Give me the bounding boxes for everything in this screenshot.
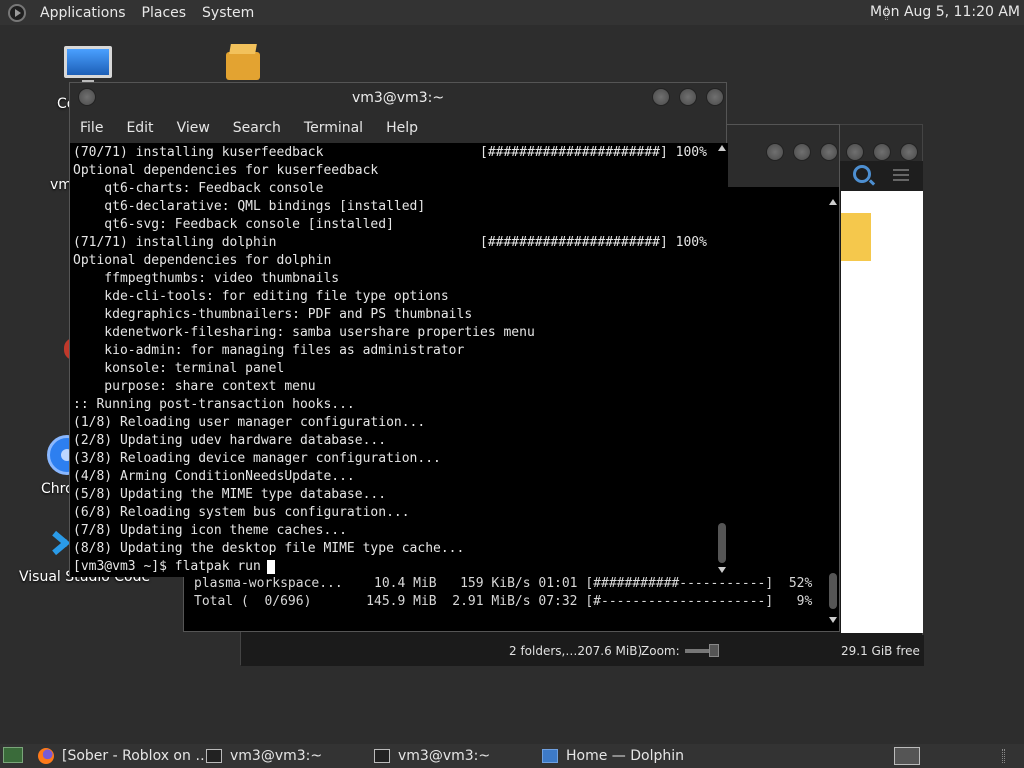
terminal-output: (70/71) installing kuserfeedback [######… [73, 144, 707, 576]
menu-places[interactable]: Places [134, 5, 195, 21]
scroll-up-icon[interactable] [718, 145, 726, 151]
terminal-line: (71/71) installing dolphin [############… [73, 235, 707, 250]
workspace-switcher[interactable] [894, 747, 920, 765]
scroll-down-icon[interactable] [829, 617, 837, 623]
file-view[interactable] [841, 191, 923, 633]
minimize-button[interactable] [766, 143, 784, 161]
terminal-line: (6/8) Reloading system bus configuration… [73, 505, 410, 520]
scroll-thumb[interactable] [829, 573, 837, 609]
close-button[interactable] [900, 143, 918, 161]
minimize-button[interactable] [652, 88, 670, 106]
search-icon[interactable] [853, 165, 871, 183]
terminal-line: qt6-svg: Feedback console [installed] [73, 217, 394, 232]
dolphin-icon [542, 749, 558, 763]
terminal-line: (1/8) Reloading user manager configurati… [73, 415, 426, 430]
package-icon[interactable] [226, 52, 260, 80]
zoom-slider-handle[interactable] [709, 644, 719, 657]
status-text: 2 folders,…207.6 MiB) [509, 644, 643, 658]
task-firefox[interactable]: [Sober - Roblox on … [38, 746, 209, 766]
menu-help[interactable]: Help [386, 120, 418, 136]
prompt-line[interactable]: [vm3@vm3 ~]$ flatpak run [73, 558, 707, 576]
top-panel: Applications Places System Mon Aug 5, 11… [0, 0, 1024, 25]
terminal-line: Optional dependencies for kuserfeedback [73, 163, 379, 178]
terminal-line: (7/8) Updating icon theme caches... [73, 523, 347, 538]
terminal-line: (70/71) installing kuserfeedback [######… [73, 145, 707, 160]
terminal-line: (3/8) Reloading device manager configura… [73, 451, 441, 466]
close-button[interactable] [820, 143, 838, 161]
terminal-line: qt6-charts: Feedback console [73, 181, 324, 196]
text-cursor [266, 560, 275, 574]
zoom-label: Zoom: [641, 644, 680, 658]
panel-separator [1002, 749, 1005, 763]
terminal-line: qt6-declarative: QML bindings [installed… [73, 199, 426, 214]
maximize-button[interactable] [679, 88, 697, 106]
show-desktop-icon[interactable] [3, 747, 23, 763]
window-menu-button[interactable] [78, 88, 96, 106]
scroll-up-icon[interactable] [829, 199, 837, 205]
scroll-down-icon[interactable] [718, 567, 726, 573]
scrollbar[interactable] [827, 197, 839, 629]
scroll-thumb[interactable] [718, 523, 726, 563]
task-terminal-1[interactable]: vm3@vm3:~ [206, 746, 322, 766]
hamburger-menu-icon[interactable] [893, 169, 909, 181]
menu-file[interactable]: File [80, 120, 103, 136]
menu-terminal[interactable]: Terminal [304, 120, 363, 136]
terminal-line: :: Running post-transaction hooks... [73, 397, 355, 412]
dolphin-statusbar: 2 folders,…207.6 MiB) Zoom: 29.1 GiB fre… [241, 635, 924, 666]
terminal-screen[interactable]: (70/71) installing kuserfeedback [######… [70, 143, 716, 577]
window-title: vm3@vm3:~ [351, 90, 445, 106]
terminal-line: (8/8) Updating the desktop file MIME typ… [73, 541, 465, 556]
terminal-line: (4/8) Arming ConditionNeedsUpdate... [73, 469, 355, 484]
menu-system[interactable]: System [194, 5, 262, 21]
firefox-icon [38, 748, 54, 764]
terminal-icon [374, 749, 390, 763]
task-label: Home — Dolphin [566, 748, 685, 764]
terminal-line: (2/8) Updating udev hardware database... [73, 433, 387, 448]
prompt-text: [vm3@vm3 ~]$ flatpak run [73, 559, 261, 574]
folder-icon[interactable] [841, 213, 871, 261]
dolphin-toolbar [831, 161, 923, 191]
terminal-line: konsole: terminal panel [73, 361, 285, 376]
minimize-button[interactable] [846, 143, 864, 161]
menu-applications[interactable]: Applications [32, 5, 134, 21]
terminal-line: (5/8) Updating the MIME type database... [73, 487, 387, 502]
terminal-line: plasma-workspace... 10.4 MiB 159 KiB/s 0… [194, 576, 813, 591]
taskbar: [Sober - Roblox on … vm3@vm3:~ vm3@vm3:~… [0, 744, 1024, 768]
maximize-button[interactable] [873, 143, 891, 161]
close-button[interactable] [706, 88, 724, 106]
task-label: vm3@vm3:~ [230, 748, 323, 764]
task-dolphin[interactable]: Home — Dolphin [542, 746, 684, 766]
clock[interactable]: Mon Aug 5, 11:20 AM [870, 4, 1020, 20]
terminal-line: kde-cli-tools: for editing file type opt… [73, 289, 449, 304]
terminal-window: vm3@vm3:~ File Edit View Search Terminal… [69, 82, 728, 577]
terminal-line: Total ( 0/696) 145.9 MiB 2.91 MiB/s 07:3… [194, 594, 813, 609]
terminal-menubar: File Edit View Search Terminal Help [70, 113, 726, 143]
task-label: vm3@vm3:~ [398, 748, 491, 764]
menu-search[interactable]: Search [233, 120, 281, 136]
terminal-line: Optional dependencies for dolphin [73, 253, 332, 268]
task-terminal-2[interactable]: vm3@vm3:~ [374, 746, 490, 766]
distro-logo-icon[interactable] [8, 3, 26, 22]
terminal-line: kio-admin: for managing files as adminis… [73, 343, 465, 358]
terminal-titlebar[interactable]: vm3@vm3:~ [70, 83, 726, 113]
menu-view[interactable]: View [177, 120, 210, 136]
menu-edit[interactable]: Edit [126, 120, 153, 136]
task-label: [Sober - Roblox on … [62, 748, 210, 764]
computer-icon[interactable] [64, 46, 112, 78]
scrollbar[interactable] [716, 143, 728, 577]
free-space[interactable]: 29.1 GiB free [841, 644, 920, 658]
maximize-button[interactable] [793, 143, 811, 161]
terminal-line: kdenetwork-filesharing: samba usershare … [73, 325, 535, 340]
terminal-line: ffmpegthumbs: video thumbnails [73, 271, 340, 286]
terminal-line: purpose: share context menu [73, 379, 316, 394]
terminal-icon [206, 749, 222, 763]
terminal-line: kdegraphics-thumbnailers: PDF and PS thu… [73, 307, 473, 322]
